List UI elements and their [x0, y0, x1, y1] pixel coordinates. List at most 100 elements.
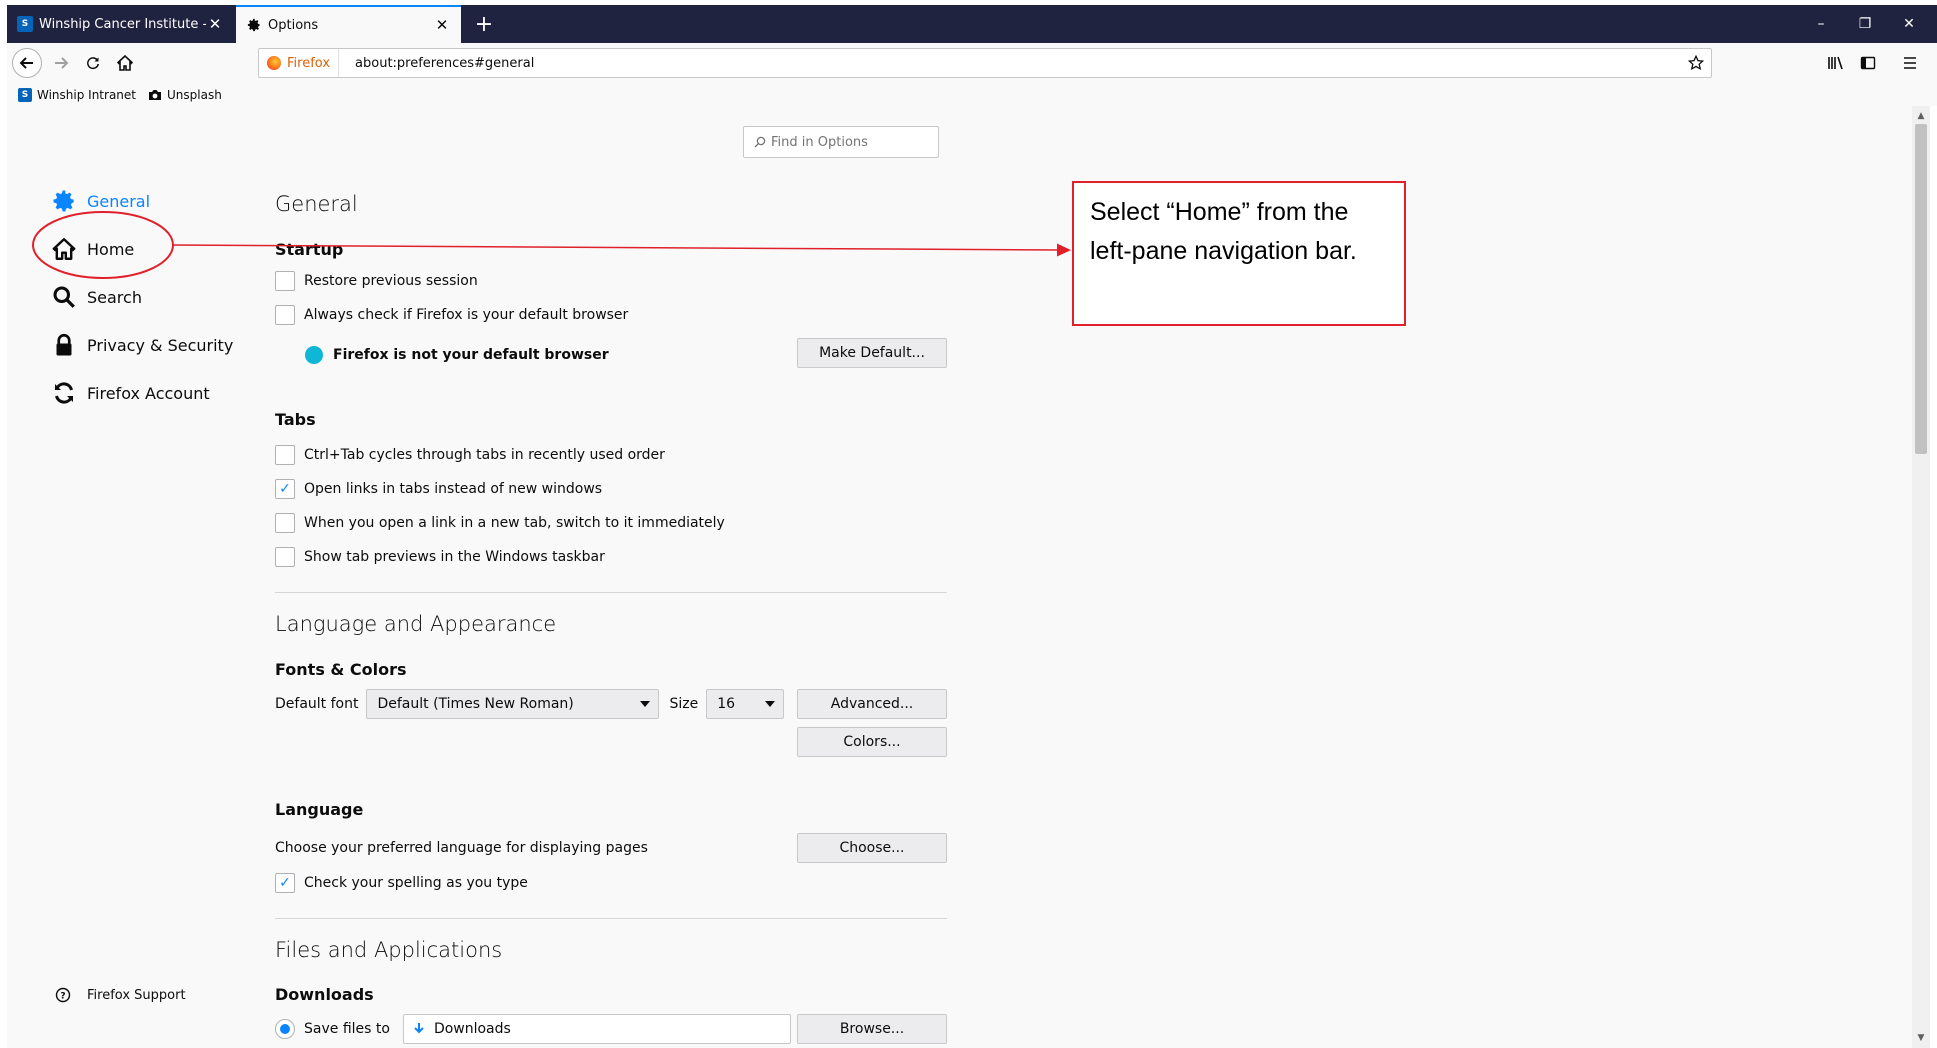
ctrl-tab-checkbox[interactable]	[275, 445, 295, 465]
sidebar-item-firefox-account[interactable]: Firefox Account	[51, 380, 210, 406]
url-bar[interactable]: Firefox about:preferences#general	[258, 48, 1712, 78]
language-prompt: Choose your preferred language for displ…	[275, 840, 648, 856]
tab-title: Winship Cancer Institute - Hom	[39, 16, 206, 32]
tabs-heading: Tabs	[275, 410, 316, 429]
page-title: General	[275, 192, 358, 216]
sharepoint-icon: S	[18, 87, 32, 102]
minimize-icon[interactable]: –	[1799, 5, 1843, 43]
hamburger-icon	[1904, 57, 1916, 69]
startup-heading: Startup	[275, 240, 344, 259]
download-folder-value: Downloads	[433, 1021, 511, 1037]
ctrl-tab-option[interactable]: Ctrl+Tab cycles through tabs in recently…	[275, 445, 665, 465]
home-icon	[51, 236, 77, 262]
downloads-heading: Downloads	[275, 985, 374, 1004]
help-icon: ?	[54, 986, 72, 1004]
sidebar-item-label: Privacy & Security	[87, 335, 234, 355]
reload-icon	[87, 57, 99, 70]
restore-session-checkbox[interactable]	[275, 271, 295, 291]
switch-tab-option[interactable]: When you open a link in a new tab, switc…	[275, 513, 725, 533]
download-folder-field[interactable]: Downloads	[402, 1014, 791, 1044]
spelling-checkbox[interactable]: ✓	[275, 873, 295, 893]
tab-previews-checkbox[interactable]	[275, 547, 295, 567]
fonts-colors-heading: Fonts & Colors	[275, 660, 407, 679]
switch-tab-checkbox[interactable]	[275, 513, 295, 533]
colors-button[interactable]: Colors...	[797, 727, 947, 757]
open-links-checkbox[interactable]: ✓	[275, 479, 295, 499]
advanced-fonts-button[interactable]: Advanced...	[797, 689, 947, 719]
default-font-select[interactable]: Default (Times New Roman)	[366, 689, 660, 719]
save-files-radio[interactable]	[275, 1019, 295, 1039]
close-icon[interactable]: ✕	[433, 16, 451, 34]
back-arrow-icon	[19, 57, 33, 69]
close-icon[interactable]: ✕	[206, 15, 224, 33]
option-label: Always check if Firefox is your default …	[304, 307, 629, 323]
home-button[interactable]	[111, 49, 139, 77]
gear-icon	[246, 17, 262, 33]
check-default-checkbox[interactable]	[275, 305, 295, 325]
files-apps-title: Files and Applications	[275, 938, 503, 962]
option-label: When you open a link in a new tab, switc…	[304, 515, 725, 531]
default-font-label: Default font	[275, 696, 359, 712]
sidebar-item-general[interactable]: General	[51, 188, 150, 214]
status-text: Firefox is not your default browser	[333, 347, 609, 363]
scroll-down-icon[interactable]: ▼	[1912, 1030, 1930, 1046]
navigation-toolbar: Firefox about:preferences#general	[7, 43, 1937, 83]
scroll-up-icon[interactable]: ▲	[1912, 108, 1930, 124]
check-default-option[interactable]: Always check if Firefox is your default …	[275, 305, 628, 325]
sidebar-item-home[interactable]: Home	[51, 236, 134, 262]
make-default-button[interactable]: Make Default...	[797, 338, 947, 368]
sad-face-icon	[305, 346, 323, 364]
bookmarks-toolbar: S Winship Intranet Unsplash	[7, 83, 1937, 106]
library-button[interactable]	[1822, 49, 1850, 77]
bookmark-label: Winship Intranet	[37, 87, 136, 102]
font-size-select[interactable]: 16	[706, 689, 785, 719]
firefox-support-link[interactable]: ? Firefox Support	[54, 986, 186, 1004]
scrollbar-thumb[interactable]	[1915, 124, 1927, 454]
reload-button[interactable]	[79, 49, 107, 77]
url-text[interactable]: about:preferences#general	[339, 56, 1681, 71]
forward-arrow-icon	[55, 57, 69, 69]
back-button[interactable]	[12, 48, 42, 78]
tab-previews-option[interactable]: Show tab previews in the Windows taskbar	[275, 547, 605, 567]
tab-winship[interactable]: S Winship Cancer Institute - Hom ✕	[7, 5, 234, 43]
new-tab-button[interactable]: +	[468, 5, 500, 43]
sidebar-item-privacy-security[interactable]: Privacy & Security	[51, 332, 233, 358]
identity-label: Firefox	[287, 55, 331, 71]
menu-button[interactable]	[1896, 49, 1924, 77]
restore-icon[interactable]: ❐	[1843, 5, 1887, 43]
download-arrow-icon	[414, 1023, 424, 1034]
sidebar-item-search[interactable]: Search	[51, 284, 142, 310]
open-links-option[interactable]: ✓ Open links in tabs instead of new wind…	[275, 479, 602, 499]
svg-text:?: ?	[60, 992, 65, 1002]
lock-icon	[51, 332, 77, 358]
option-label: Open links in tabs instead of new window…	[304, 481, 603, 497]
tab-title: Options	[268, 17, 319, 33]
bookmark-star-icon[interactable]	[1681, 48, 1711, 78]
close-window-icon[interactable]: ✕	[1887, 5, 1931, 43]
dropdown-arrow-icon	[765, 701, 776, 707]
page-scrollbar[interactable]: ▲ ▼	[1912, 106, 1930, 1048]
sidebar-icon	[1860, 56, 1876, 70]
default-browser-status: Firefox is not your default browser	[305, 346, 609, 364]
restore-session-option[interactable]: Restore previous session	[275, 271, 478, 291]
option-label: Restore previous session	[304, 273, 478, 289]
forward-button[interactable]	[47, 49, 75, 77]
sharepoint-icon: S	[17, 16, 33, 32]
divider	[275, 918, 947, 919]
font-size-value: 16	[717, 696, 736, 712]
dropdown-arrow-icon	[640, 701, 651, 707]
save-files-label: Save files to	[304, 1021, 390, 1037]
sidebar-toggle-button[interactable]	[1854, 49, 1882, 77]
bookmark-winship-intranet[interactable]: S Winship Intranet	[18, 87, 136, 102]
choose-language-button[interactable]: Choose...	[797, 833, 947, 863]
browse-button[interactable]: Browse...	[797, 1014, 947, 1044]
pointer-arrow-head	[1057, 243, 1071, 257]
language-heading: Language	[275, 800, 364, 819]
identity-box[interactable]: Firefox	[259, 49, 340, 77]
firefox-logo-icon	[267, 56, 281, 70]
tab-options[interactable]: Options ✕	[236, 5, 461, 43]
home-icon	[117, 55, 133, 71]
bookmark-unsplash[interactable]: Unsplash	[148, 88, 222, 102]
font-settings-row: Default font Default (Times New Roman) S…	[275, 689, 785, 719]
spelling-option[interactable]: ✓ Check your spelling as you type	[275, 873, 528, 893]
